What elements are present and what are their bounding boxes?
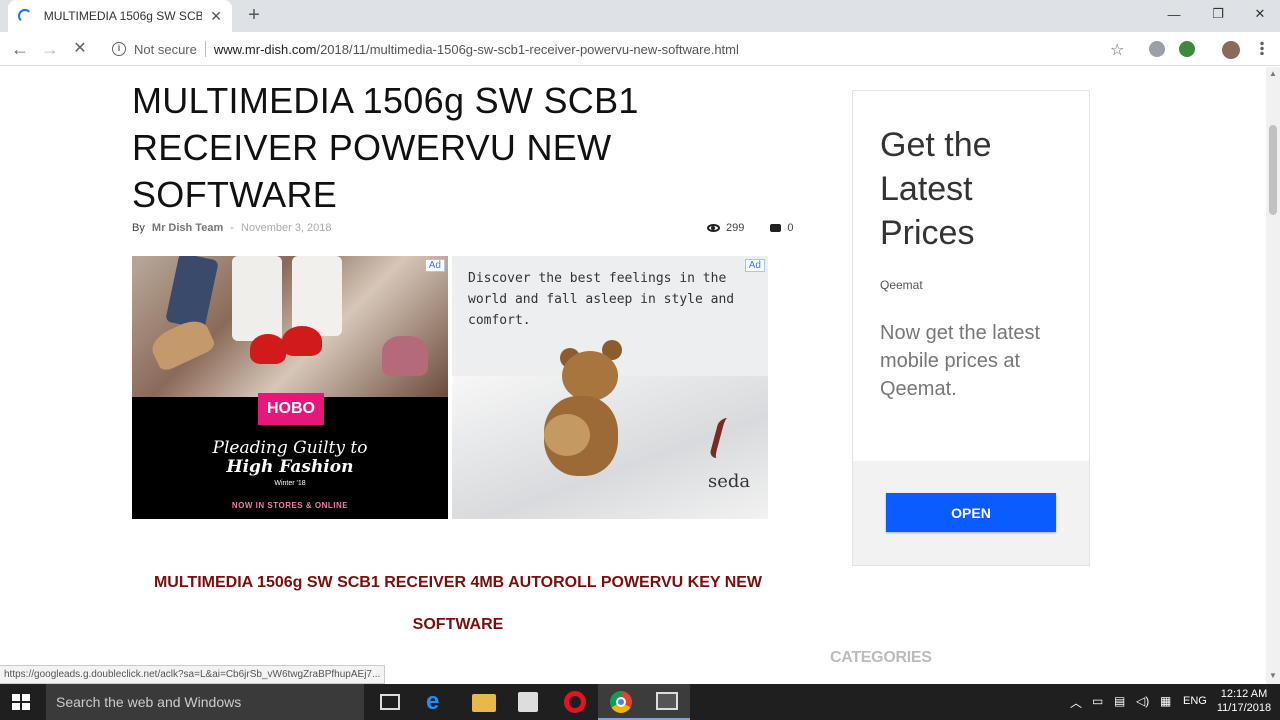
volume-icon[interactable]: ◁) xyxy=(1136,694,1149,708)
hobo-tagline-2: High Fashion xyxy=(226,457,354,477)
clock-time: 12:12 AM xyxy=(1220,688,1268,700)
windows-taskbar: Search the web and Windows e ︿ ▭ ▤ ◁) ▦ … xyxy=(0,684,1280,720)
post-date: November 3, 2018 xyxy=(241,222,332,234)
action-center-icon[interactable]: ▦ xyxy=(1160,694,1171,708)
taskbar-search[interactable]: Search the web and Windows xyxy=(46,684,364,720)
author-link[interactable]: Mr Dish Team xyxy=(152,222,223,234)
page-scrollbar[interactable]: ▲ ▼ xyxy=(1266,67,1280,684)
post-meta: By Mr Dish Team - November 3, 2018 xyxy=(132,222,332,234)
post-stats: 299 0 xyxy=(707,222,793,234)
omnibox-divider xyxy=(204,41,206,57)
tab-close-icon[interactable]: ✕ xyxy=(210,8,222,25)
clock-date: 11/17/2018 xyxy=(1216,702,1272,714)
open-button[interactable]: OPEN xyxy=(886,493,1056,532)
ad-badge[interactable]: Ad xyxy=(744,259,765,272)
url-domain: www.mr-dish.com xyxy=(213,41,317,57)
security-label: Not secure xyxy=(134,41,197,57)
post-heading: MULTIMEDIA 1506g SW SCB1 RECEIVER 4MB AU… xyxy=(153,574,763,633)
hobo-logo: HOBO xyxy=(258,393,324,425)
teddy-bear xyxy=(562,351,618,401)
browser-toolbar: ← → ✕ i Not secure www.mr-dish.com/2018/… xyxy=(0,32,1280,66)
restore-button[interactable]: ❐ xyxy=(1196,0,1240,28)
scroll-up-icon[interactable]: ▲ xyxy=(1269,69,1277,78)
chrome-taskbar-button[interactable] xyxy=(598,684,644,720)
profile-avatar[interactable] xyxy=(1222,41,1240,59)
sidebar-ad-brand: Qeemat xyxy=(880,278,923,292)
hobo-ad[interactable]: Ad HOBO Pleading Guilty to High Fashion … xyxy=(132,256,448,519)
comments-count[interactable]: 0 xyxy=(787,222,793,234)
meta-separator: - xyxy=(230,222,234,234)
ad-badge[interactable]: Ad xyxy=(424,259,445,272)
categories-heading: CATEGORIES xyxy=(830,649,932,666)
post-title: MULTIMEDIA 1506g SW SCB1 RECEIVER POWERV… xyxy=(132,80,639,215)
menu-icon[interactable] xyxy=(1260,41,1264,55)
store-icon[interactable] xyxy=(518,692,538,712)
views-icon xyxy=(707,224,720,232)
language-indicator[interactable]: ENG xyxy=(1183,695,1207,707)
hobo-season: Winter '18 xyxy=(274,480,306,487)
new-tab-button[interactable]: + xyxy=(244,5,264,25)
hobo-tagline: Pleading Guilty to High Fashion xyxy=(132,439,448,477)
file-explorer-icon[interactable] xyxy=(472,694,496,712)
window-icon xyxy=(656,692,678,710)
chrome-icon xyxy=(610,691,632,713)
fashion-photo xyxy=(132,256,448,397)
comments-icon xyxy=(770,224,782,232)
edge-icon[interactable]: e xyxy=(426,690,450,714)
network-icon[interactable]: ▤ xyxy=(1114,694,1125,708)
minimize-button[interactable]: — xyxy=(1152,0,1196,28)
views-count: 299 xyxy=(726,222,745,234)
scroll-thumb[interactable] xyxy=(1269,125,1277,215)
scroll-down-icon[interactable]: ▼ xyxy=(1269,671,1277,680)
tab-strip: MULTIMEDIA 1506g SW SCB1 RE ✕ + — ❐ ✕ xyxy=(0,0,1280,32)
back-button[interactable]: ← xyxy=(9,38,31,60)
sidebar-ad[interactable]: Get the Latest Prices Qeemat Now get the… xyxy=(852,90,1090,566)
browser-tab[interactable]: MULTIMEDIA 1506g SW SCB1 RE ✕ xyxy=(8,0,232,32)
tab-title: MULTIMEDIA 1506g SW SCB1 RE xyxy=(43,9,203,23)
url-text[interactable]: www.mr-dish.com/2018/11/multimedia-1506g… xyxy=(214,42,739,57)
close-window-button[interactable]: ✕ xyxy=(1238,0,1280,28)
url-path: /2018/11/multimedia-1506g-sw-scb1-receiv… xyxy=(316,41,739,57)
seda-logo: seda xyxy=(708,471,751,492)
taskbar-clock[interactable]: 12:12 AM 11/17/2018 xyxy=(1212,687,1276,715)
seda-ad[interactable]: Discover the best feelings in the world … xyxy=(452,256,768,519)
sidebar-ad-card: Get the Latest Prices Qeemat Now get the… xyxy=(853,91,1089,461)
tray-chevron-icon[interactable]: ︿ xyxy=(1070,694,1082,711)
hobo-tagline-1: Pleading Guilty to xyxy=(212,438,368,458)
web-page: MULTIMEDIA 1506g SW SCB1 RECEIVER POWERV… xyxy=(0,67,1266,684)
battery-icon[interactable]: ▭ xyxy=(1092,694,1103,708)
window-taskbar-button[interactable] xyxy=(644,684,690,720)
task-view-icon[interactable] xyxy=(380,694,400,710)
sidebar-ad-description: Now get the latest mobile prices at Qeem… xyxy=(880,322,1041,400)
adblock-extension-icon[interactable] xyxy=(1149,41,1165,57)
address-bar[interactable]: i Not secure www.mr-dish.com/2018/11/mul… xyxy=(104,36,1136,62)
loading-icon xyxy=(18,9,32,23)
sidebar-ad-title: Get the Latest Prices xyxy=(880,126,992,252)
stop-button[interactable]: ✕ xyxy=(69,38,91,60)
hobo-cta: NOW IN STORES & ONLINE xyxy=(231,501,349,510)
start-button[interactable] xyxy=(12,694,30,710)
extension-icon[interactable] xyxy=(1179,41,1195,57)
info-icon[interactable]: i xyxy=(112,42,126,56)
bookmark-star-icon[interactable]: ☆ xyxy=(1110,40,1124,60)
status-bar: https://googleads.g.doubleclick.net/aclk… xyxy=(0,665,386,684)
by-label: By xyxy=(132,222,145,234)
opera-icon[interactable] xyxy=(564,691,586,713)
seda-ad-text: Discover the best feelings in the world … xyxy=(468,271,735,328)
forward-button[interactable]: → xyxy=(39,38,61,60)
